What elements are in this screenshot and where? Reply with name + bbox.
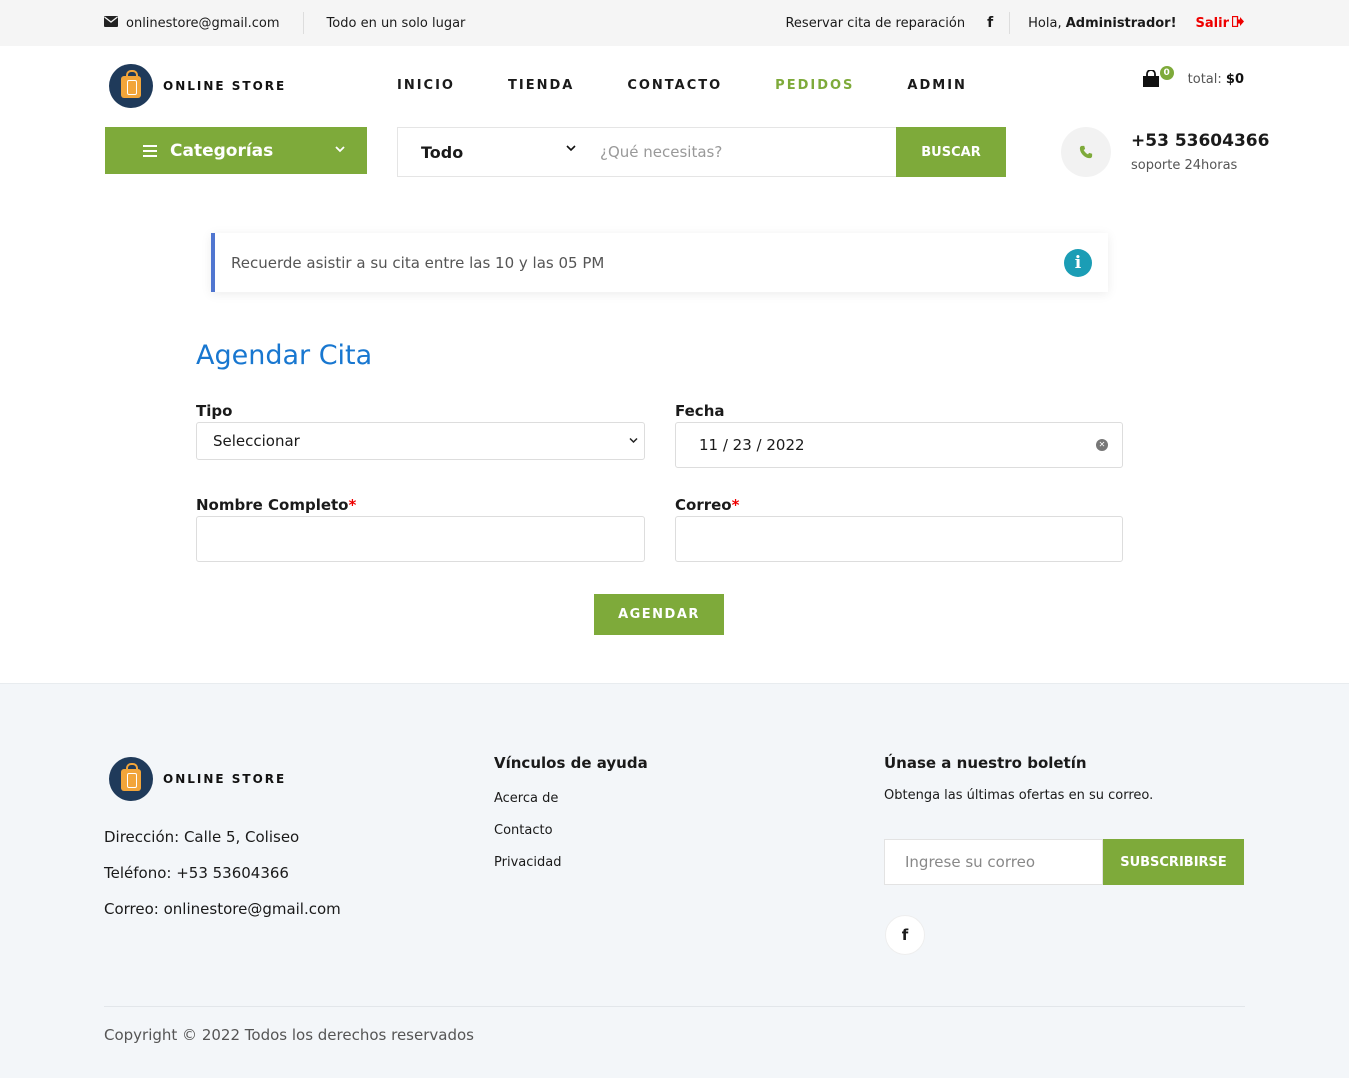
menu-icon (143, 144, 157, 157)
tipo-label: Tipo (196, 402, 233, 420)
footer-divider (104, 1006, 1245, 1007)
tagline: Todo en un solo lugar (326, 15, 466, 31)
required-mark: * (348, 496, 357, 514)
search-button[interactable]: BUSCAR (896, 127, 1006, 177)
page-title: Agendar Cita (196, 340, 373, 371)
search-bar: Todo ¿Qué necesitas? BUSCAR (397, 127, 1006, 177)
top-email-text: onlinestore@gmail.com (126, 15, 280, 31)
fecha-input[interactable]: 11 / 23 / 2022 ✕ (675, 422, 1123, 468)
link-contacto[interactable]: Contacto (494, 823, 553, 838)
support-hours: soporte 24horas (1131, 158, 1238, 173)
search-input[interactable]: ¿Qué necesitas? (588, 128, 896, 176)
facebook-icon[interactable]: f (987, 15, 993, 31)
footer-email: Correo: onlinestore@gmail.com (104, 900, 341, 918)
chevron-down-icon (335, 142, 345, 156)
alert-text: Recuerde asistir a su cita entre las 10 … (231, 253, 605, 272)
agendar-button[interactable]: AGENDAR (594, 594, 724, 635)
newsletter-subtitle: Obtenga las últimas ofertas en su correo… (884, 788, 1154, 803)
subscribe-button[interactable]: SUBSCRIBIRSE (1103, 839, 1244, 885)
search-category-select[interactable]: Todo (398, 128, 588, 176)
cart-total: total: $0 (1187, 71, 1244, 87)
nav-admin[interactable]: ADMIN (907, 78, 967, 93)
nombre-label: Nombre Completo* (196, 496, 357, 514)
copyright: Copyright © 2022 Todos los derechos rese… (104, 1026, 474, 1044)
phone-icon (1061, 127, 1111, 177)
nav-pedidos[interactable]: PEDIDOS (775, 78, 854, 93)
divider (1009, 12, 1011, 34)
divider (302, 12, 304, 34)
info-alert: Recuerde asistir a su cita entre las 10 … (211, 233, 1108, 292)
newsletter-email-input[interactable]: Ingrese su correo (884, 839, 1103, 885)
top-email: onlinestore@gmail.com (104, 15, 280, 31)
cart-count-badge: 0 (1159, 66, 1174, 80)
correo-input[interactable] (675, 516, 1123, 562)
categories-button[interactable]: Categorías (105, 127, 367, 174)
top-bar: onlinestore@gmail.com Todo en un solo lu… (0, 0, 1349, 46)
facebook-icon[interactable]: f (885, 915, 925, 955)
categories-label: Categorías (170, 140, 274, 161)
support-phone-number: +53 53604366 (1131, 131, 1270, 151)
fecha-label: Fecha (675, 402, 725, 420)
link-acerca-de[interactable]: Acerca de (494, 791, 558, 806)
footer-address: Dirección: Calle 5, Coliseo (104, 828, 300, 846)
nav-contacto[interactable]: CONTACTO (627, 78, 722, 93)
sign-out-icon (1231, 15, 1244, 31)
support-phone: +53 53604366 soporte 24horas (1061, 127, 1269, 177)
user-name: Administrador! (1065, 15, 1177, 31)
chevron-down-icon (566, 141, 576, 155)
chevron-down-icon (629, 434, 638, 447)
info-icon: i (1064, 249, 1092, 277)
nombre-input[interactable] (196, 516, 645, 562)
required-mark: * (731, 496, 740, 514)
help-links-title: Vínculos de ayuda (494, 754, 648, 772)
correo-label: Correo* (675, 496, 740, 514)
logo-bag-icon (109, 64, 153, 108)
footer-phone: Teléfono: +53 53604366 (104, 864, 289, 882)
newsletter-form: Ingrese su correo SUBSCRIBIRSE (884, 839, 1244, 885)
footer-logo[interactable]: ONLINE STORE (109, 757, 286, 801)
logo-bag-icon (109, 757, 153, 801)
clear-icon[interactable]: ✕ (1096, 439, 1108, 451)
nav-inicio[interactable]: INICIO (397, 78, 455, 93)
site-logo[interactable]: ONLINE STORE (109, 64, 286, 108)
envelope-icon (104, 15, 118, 31)
cart[interactable]: 0 total: $0 (1142, 66, 1244, 88)
main-nav: INICIO TIENDA CONTACTO PEDIDOS ADMIN (397, 78, 1020, 93)
link-privacidad[interactable]: Privacidad (494, 855, 561, 870)
shopping-bag-icon[interactable]: 0 (1142, 66, 1174, 88)
reservar-link[interactable]: Reservar cita de reparación (785, 16, 965, 31)
nav-tienda[interactable]: TIENDA (508, 78, 574, 93)
greeting: Hola, Administrador! (1028, 15, 1177, 31)
logout-link[interactable]: Salir (1196, 15, 1244, 31)
newsletter-title: Únase a nuestro boletín (884, 754, 1087, 772)
tipo-select[interactable]: Seleccionar (196, 422, 645, 460)
